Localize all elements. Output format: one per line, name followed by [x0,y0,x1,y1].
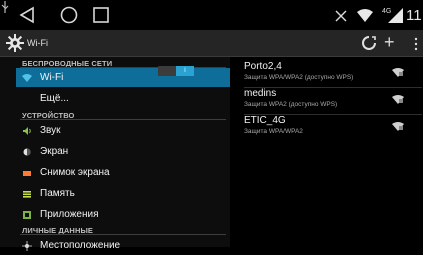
sidebar-item-label: Местоположение [40,240,121,251]
sidebar-item-wifi[interactable]: Wi-Fi [16,68,230,87]
wifi-status-icon [357,9,373,22]
recent-apps-icon[interactable] [92,6,110,24]
location-icon [22,240,32,251]
network-ssid: ETIC_4G [244,115,286,126]
network-type-label: 4G [382,8,391,15]
wifi-network-list: Porto2,4 Защита WPA/WPA2 (доступно WPS) … [238,57,423,247]
network-security: Защита WPA/WPA2 (доступно WPS) [244,74,354,81]
toggle-state-label: I [184,68,186,74]
sidebar-item-label: Звук [40,125,61,136]
wifi-icon [22,73,32,82]
status-bar: 4G 11:23 [0,0,423,30]
sidebar-item-sound[interactable]: Звук [16,121,230,140]
apps-icon [23,210,31,219]
sidebar-item-display[interactable]: Экран [16,142,230,161]
wifi-signal-lock-icon [392,68,404,77]
signal-off-icon [335,10,347,22]
sidebar-item-label: Приложения [40,209,99,220]
wifi-signal-lock-icon [392,122,404,131]
home-icon[interactable] [60,6,78,24]
storage-icon [23,190,31,198]
action-bar: Wi-Fi + [0,30,423,57]
wifi-toggle[interactable]: I [158,66,194,76]
sidebar-item-label: Экран [40,146,69,157]
wifi-signal-lock-icon [392,95,404,104]
sidebar-item-label: Снимок экрана [40,167,110,178]
clock: 11:23 [406,7,423,24]
screenshot-icon [23,170,31,176]
sidebar-item-more[interactable]: Ещё... [16,89,230,108]
wps-icon[interactable] [362,36,376,50]
sound-icon [23,126,31,135]
sidebar-item-label: Память [40,188,75,199]
sidebar-item-apps[interactable]: Приложения [16,205,230,224]
overflow-menu-icon[interactable] [413,37,419,51]
brightness-icon [23,148,31,155]
settings-gear-icon[interactable] [6,34,24,52]
network-item[interactable]: medins Защита WPA2 (доступно WPS) [244,88,423,116]
back-icon[interactable] [18,6,36,24]
network-item[interactable]: ETIC_4G Защита WPA/WPA2 [244,115,423,143]
network-ssid: Porto2,4 [244,61,282,72]
sidebar-item-label: Ещё... [40,93,69,104]
sidebar-item-location[interactable]: Местоположение [16,236,230,255]
sidebar-item-label: Wi-Fi [40,72,64,83]
usb-icon [1,1,9,13]
category-divider [20,234,226,235]
network-security: Защита WPA2 (доступно WPS) [244,101,338,108]
cellular-signal-icon: 4G [382,8,403,23]
add-network-button[interactable]: + [384,32,395,52]
sidebar-item-screenshot[interactable]: Снимок экрана [16,163,230,182]
page-title: Wi-Fi [27,38,48,48]
network-ssid: medins [244,88,277,99]
network-security: Защита WPA/WPA2 [244,128,303,135]
category-divider [20,119,226,120]
network-item[interactable]: Porto2,4 Защита WPA/WPA2 (доступно WPS) [244,61,423,89]
sidebar-item-storage[interactable]: Память [16,184,230,203]
